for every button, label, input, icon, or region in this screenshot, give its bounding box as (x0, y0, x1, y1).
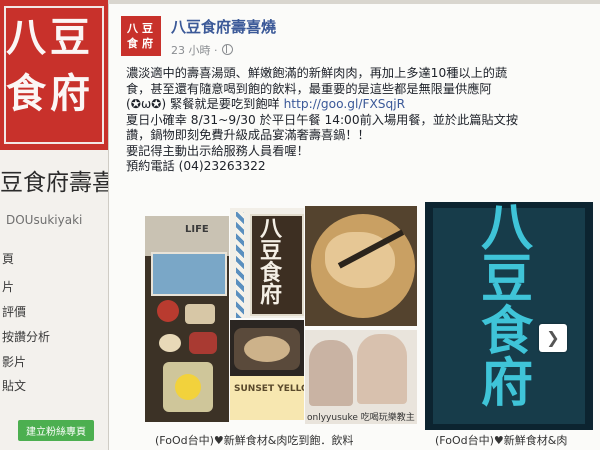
post-photo-4[interactable]: SUNSET YELLOW (230, 320, 304, 420)
nav-item-reviews[interactable]: 評價 (2, 303, 26, 320)
nav-item-insights[interactable]: 按讚分析 (2, 328, 50, 345)
post-time-text: 23 小時 (171, 44, 211, 57)
photo-caption-1[interactable]: (FoOd台中)♥新鮮食材&肉吃到飽．飲料 (155, 432, 353, 448)
photo-caption-2[interactable]: (FoOd台中)♥新鮮食材&肉 (435, 432, 567, 448)
page-title[interactable]: 豆食府壽喜 (0, 163, 115, 197)
photo-big-sign-2: 豆 (481, 249, 534, 310)
next-photo-button[interactable]: ❯ (539, 324, 567, 352)
logo-glyph-3: 食 (6, 70, 46, 117)
post-line-2: 食，甚至還有隨意喝到飽的飲料，最重要的是這些都是無限量供應阿 (126, 81, 492, 96)
post-line-7: 預約電話 (04)23263322 (126, 159, 266, 173)
post-line-3: (✪ω✪) 緊餐就是要吃到飽咩 http://goo.gl/FXSqjR (126, 97, 586, 113)
nav-item-photos[interactable]: 片 (2, 278, 14, 295)
avatar-glyph-4: 府 (142, 37, 153, 50)
photo-sunset-text: SUNSET YELLOW (234, 384, 304, 394)
post-avatar[interactable]: 八 豆 食 府 (121, 16, 161, 56)
post-photo-5[interactable]: onlyyusuke 吃喝玩樂教主 (305, 330, 417, 424)
feed-post: 八 豆 食 府 八豆食府壽喜燒 23 小時 · 濃淡適中的壽喜湯頭、鮮嫩飽滿的新… (108, 4, 600, 450)
nav-item-posts[interactable]: 貼文 (2, 377, 26, 394)
photo-big-sign-1: 八 (481, 202, 534, 258)
logo-glyph-2: 豆 (50, 14, 90, 61)
avatar-glyph-2: 豆 (142, 22, 153, 35)
post-line-5: 讚，鍋物即刻免費升級成品宴滿奢壽喜鍋！！ (126, 128, 370, 142)
post-link[interactable]: http://goo.gl/FXSqjR (284, 97, 406, 111)
nav-item-home[interactable]: 頁 (2, 250, 14, 267)
post-line-6: 要記得主動出示給服務人員看喔！ (126, 143, 309, 158)
post-timestamp[interactable]: 23 小時 · (171, 42, 233, 58)
post-author[interactable]: 八豆食府壽喜燒 (171, 16, 276, 37)
photo-sign-1: 八 (260, 216, 283, 242)
post-photo-6[interactable]: 八 豆 食 府 (425, 202, 593, 430)
post-line-1: 濃淡適中的壽喜湯頭、鮮嫩飽滿的新鮮肉肉，再加上多達10種以上的蔬 (126, 66, 508, 80)
create-page-button[interactable]: 建立粉絲專頁 (18, 420, 94, 441)
page-logo[interactable]: 八 豆 食 府 (0, 0, 108, 150)
avatar-glyph-3: 食 (127, 37, 138, 50)
post-line-4: 夏日小確幸 8/31~9/30 於平日午餐 14:00前入場用餐，並於此篇貼文按 (126, 112, 519, 127)
photo-watermark: onlyyusuke 吃喝玩樂教主 (307, 413, 415, 423)
photo-life-text: LIFE (185, 224, 209, 235)
photo-big-sign-4: 府 (481, 353, 534, 414)
avatar-glyph-1: 八 (127, 22, 138, 35)
post-text: 濃淡適中的壽喜湯頭、鮮嫩飽滿的新鮮肉肉，再加上多達10種以上的蔬 食，甚至還有隨… (126, 66, 586, 175)
page-handle[interactable]: DOUsukiyaki (6, 213, 82, 227)
post-photo-3[interactable] (305, 206, 417, 326)
post-photo-2[interactable]: 八 豆 食 府 (230, 208, 304, 318)
page-sidebar: 八 豆 食 府 豆食府壽喜 DOUsukiyaki 頁 片 評價 按讚分析 影片… (0, 0, 115, 450)
logo-glyph-4: 府 (50, 70, 90, 117)
nav-item-videos[interactable]: 影片 (2, 353, 26, 370)
chevron-right-icon: ❯ (546, 328, 560, 347)
photo-sign-3: 食 (260, 260, 283, 286)
photo-sign-2: 豆 (260, 238, 283, 264)
post-line-3-text: (✪ω✪) 緊餐就是要吃到飽咩 (126, 97, 280, 111)
globe-icon (221, 44, 233, 55)
photo-big-sign-3: 食 (481, 301, 534, 362)
logo-glyph-1: 八 (6, 14, 46, 61)
photo-sign-4: 府 (260, 282, 283, 308)
post-photo-1[interactable]: LIFE (145, 216, 229, 422)
